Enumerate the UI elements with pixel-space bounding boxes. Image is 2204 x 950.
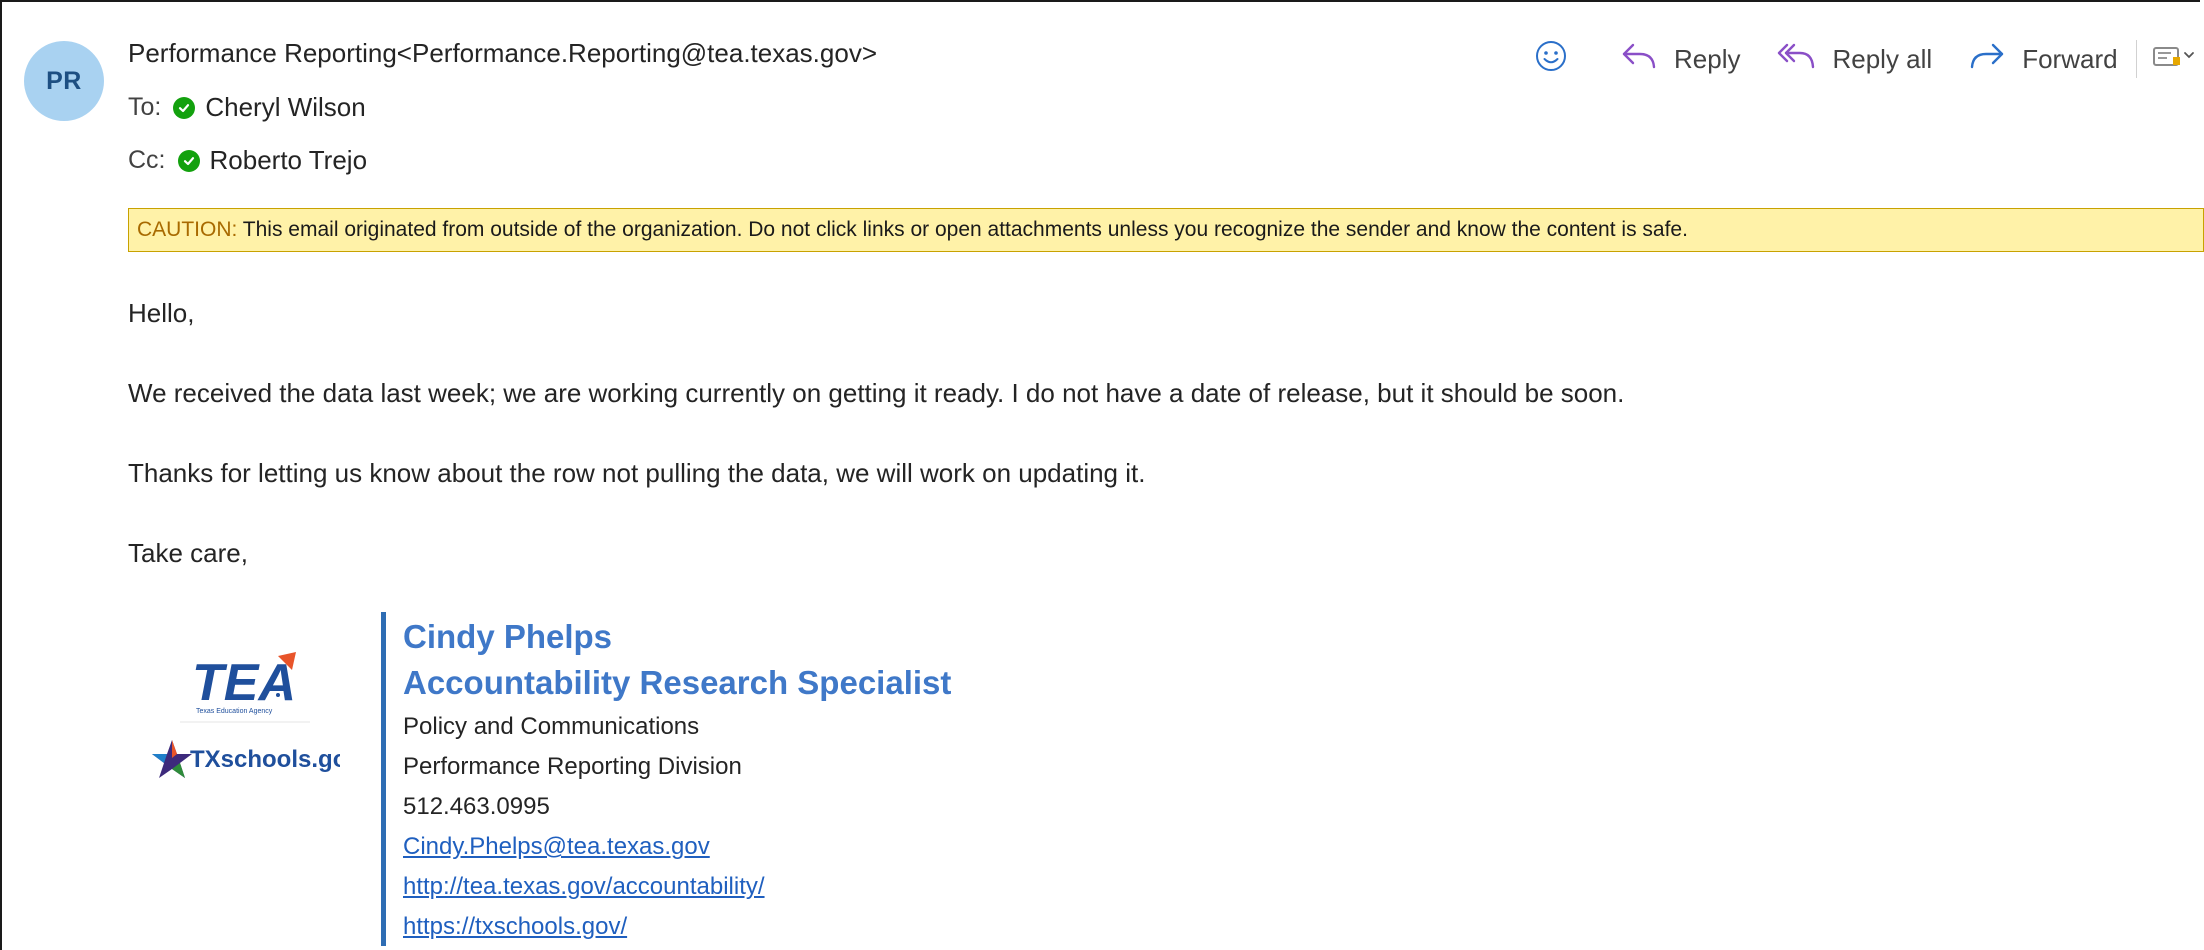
emoji-reaction-button[interactable]: [1534, 39, 1584, 80]
signature-phone: 512.463.0995: [403, 793, 550, 820]
signature-division: Performance Reporting Division: [403, 753, 742, 780]
body-closing: Take care,: [128, 538, 248, 568]
reply-all-button[interactable]: Reply all: [1776, 40, 1932, 79]
reply-label: Reply: [1674, 43, 1741, 74]
sender-avatar[interactable]: PR: [24, 41, 104, 121]
more-actions-icon: [2151, 40, 2204, 79]
body-paragraph-1: We received the data last week; we are w…: [128, 378, 1625, 408]
external-sender-caution-banner: CAUTION: This email originated from outs…: [128, 208, 2204, 252]
tea-logo: TEA Texas Education Agency TXschools.gov: [152, 652, 361, 778]
forward-button[interactable]: Forward: [1968, 40, 2118, 79]
forward-icon: [1968, 40, 2022, 79]
cc-line: Cc: Roberto Trejo: [128, 145, 367, 176]
to-label: To:: [128, 93, 162, 121]
txschools-logo-text: TXschools.gov: [190, 746, 340, 773]
signature-accountability-link[interactable]: http://tea.texas.gov/accountability/: [403, 873, 765, 901]
presence-available-icon: [177, 149, 200, 172]
body-paragraph-2: Thanks for letting us know about the row…: [128, 458, 1146, 488]
signature-email-link[interactable]: Cindy.Phelps@tea.texas.gov: [403, 833, 710, 861]
message-toolbar: Reply Reply all Forward: [1534, 36, 2204, 82]
to-recipient[interactable]: Cheryl Wilson: [205, 92, 365, 123]
forward-label: Forward: [2022, 43, 2118, 74]
signature-logos: TEA Texas Education Agency TXschools.gov: [150, 650, 361, 800]
signature-divider: [381, 612, 386, 946]
cc-label: Cc:: [128, 146, 166, 174]
sender-line[interactable]: Performance Reporting<Performance.Report…: [128, 38, 877, 69]
reply-icon: [1620, 40, 1674, 79]
signature-department: Policy and Communications: [403, 713, 700, 740]
signature-title: Accountability Research Specialist: [403, 664, 952, 701]
toolbar-divider: [2135, 40, 2137, 78]
signature-txschools-link[interactable]: https://txschools.gov/: [403, 913, 627, 941]
more-actions-button[interactable]: [2151, 40, 2204, 79]
tea-logo-subtext: Texas Education Agency: [196, 708, 273, 715]
txschools-star-icon: [152, 740, 192, 778]
caution-tag: CAUTION:: [137, 218, 238, 241]
reply-button[interactable]: Reply: [1620, 40, 1740, 79]
body-greeting: Hello,: [128, 298, 195, 328]
to-line: To: Cheryl Wilson: [128, 92, 366, 123]
reply-all-label: Reply all: [1832, 43, 1933, 74]
reply-all-icon: [1776, 40, 1832, 79]
presence-available-icon: [173, 96, 196, 119]
signature-name: Cindy Phelps: [403, 618, 613, 655]
caution-text: This email originated from outside of th…: [237, 218, 1688, 241]
emoji-icon: [1534, 39, 1584, 80]
cc-recipient[interactable]: Roberto Trejo: [210, 145, 368, 176]
tea-logo-text: TEA: [192, 654, 296, 712]
